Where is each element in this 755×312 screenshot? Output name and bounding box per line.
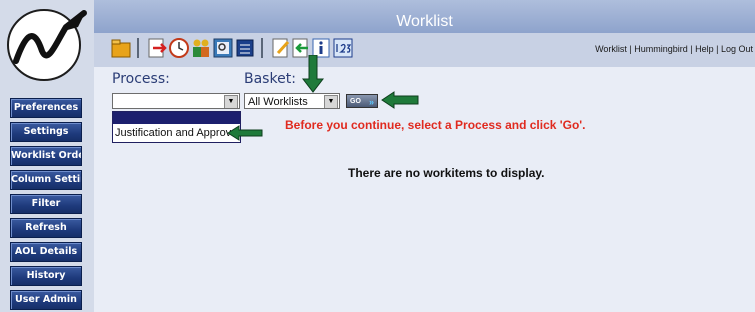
warning-message: Before you continue, select a Process an…	[285, 118, 586, 132]
go-button-label: GO	[350, 98, 361, 105]
toolbar-separator	[137, 38, 139, 58]
chevron-down-icon[interactable]: ▼	[224, 95, 238, 108]
basket-select[interactable]: All Worklists ▼	[244, 93, 340, 109]
process-label: Process:	[112, 71, 170, 87]
page-title: Worklist	[396, 13, 453, 30]
title-bar: Worklist	[94, 0, 755, 33]
process-dropdown: Justification and Approval	[112, 111, 241, 143]
sidebar: Preferences Settings Worklist Order Colu…	[0, 0, 94, 312]
toolbar-separator	[261, 38, 263, 58]
process-select[interactable]: ▼	[112, 93, 240, 109]
users-icon[interactable]	[190, 37, 212, 59]
preferences-button[interactable]: Preferences	[10, 98, 82, 118]
folder-icon[interactable]	[110, 37, 132, 59]
user-admin-button[interactable]: User Admin	[10, 290, 82, 310]
export-icon[interactable]	[146, 37, 168, 59]
go-button[interactable]: GO »	[346, 94, 378, 108]
clock-icon[interactable]	[168, 37, 190, 59]
chevron-down-icon[interactable]: ▼	[324, 95, 338, 108]
empty-worklist-message: There are no workitems to display.	[348, 166, 545, 180]
top-links[interactable]: Worklist | Hummingbird | Help | Log Out	[595, 44, 753, 54]
numbering-icon[interactable]	[332, 37, 354, 59]
annotation-arrow-down-icon	[302, 55, 324, 93]
dropdown-option-blank[interactable]	[113, 112, 240, 124]
search-doc-icon[interactable]	[212, 37, 234, 59]
aol-details-button[interactable]: AOL Details	[10, 242, 82, 262]
settings-button[interactable]: Settings	[10, 122, 82, 142]
basket-select-value: All Worklists	[248, 96, 308, 108]
filter-button[interactable]: Filter	[10, 194, 82, 214]
main-content: Process: Basket: ▼ Justification and App…	[94, 55, 755, 312]
annotation-arrow-left-icon	[381, 91, 419, 109]
column-settings-button[interactable]: Column Settings	[10, 170, 82, 190]
double-chevron-right-icon: »	[368, 97, 374, 107]
history-button[interactable]: History	[10, 266, 82, 286]
worklist-order-button[interactable]: Worklist Order	[10, 146, 82, 166]
edit-icon[interactable]	[270, 37, 292, 59]
annotation-arrow-left-icon	[227, 125, 263, 141]
dropdown-option-justification[interactable]: Justification and Approval	[113, 125, 240, 142]
basket-label: Basket:	[244, 71, 296, 87]
refresh-button[interactable]: Refresh	[10, 218, 82, 238]
toolbar: Worklist | Hummingbird | Help | Log Out	[94, 33, 755, 67]
logo	[7, 9, 87, 81]
calendar-icon[interactable]	[234, 37, 256, 59]
